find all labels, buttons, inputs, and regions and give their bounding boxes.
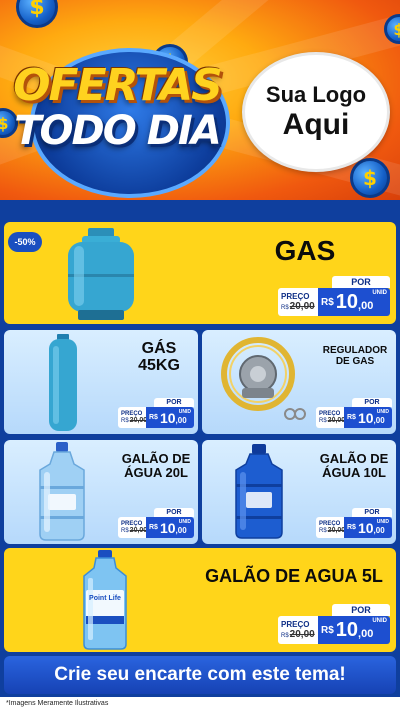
product-name: REGULADOR DE GAS xyxy=(318,345,392,368)
price-por-label: POR xyxy=(332,604,390,616)
old-price-currency: R$ xyxy=(319,528,327,534)
price-currency: R$ xyxy=(321,624,334,636)
price-tag: POR PREÇO R$ 20,00 R$ 10 ,00 UNID xyxy=(278,276,390,316)
product-name: GALÃO DE ÁGUA 20L xyxy=(116,451,196,481)
price-integer: 10 xyxy=(335,290,359,313)
old-price-currency: R$ xyxy=(281,305,289,311)
price-tag: POR PREÇO R$ 20,00 R$ 10 ,00 UNID xyxy=(316,398,392,428)
old-price: 20,00 xyxy=(327,527,346,534)
product-name: GAS xyxy=(274,235,336,266)
price-por-label: POR xyxy=(352,398,392,407)
price-tag: POR PREÇO R$ 20,00 R$ 10 ,00 UNID xyxy=(316,508,392,538)
old-price: 20,00 xyxy=(129,527,148,534)
tall-gas-cylinder-icon xyxy=(49,334,77,431)
old-price: 20,00 xyxy=(289,301,315,312)
product-name-line1: GALÃO DE xyxy=(121,451,191,466)
price-integer: 10 xyxy=(357,409,374,426)
price-unit: UNID xyxy=(178,409,191,415)
product-name-line2: 45KG xyxy=(138,357,180,375)
price-por-label: POR xyxy=(352,508,392,517)
logo-text-line1: Sua Logo xyxy=(265,82,367,107)
old-price-currency: R$ xyxy=(319,418,327,424)
price-tag: POR PREÇO R$ 20,00 R$ 10 ,00 UNID xyxy=(118,398,194,428)
price-preco-label: PREÇO xyxy=(281,292,310,301)
price-unit: UNID xyxy=(178,519,191,525)
product-name-line2: ÁGUA 20L xyxy=(124,465,188,481)
price-currency: R$ xyxy=(149,414,158,421)
product-name-line1: GALÃO DE xyxy=(319,451,389,466)
price-integer: 10 xyxy=(159,519,176,536)
product-name: GÁS 45KG xyxy=(126,340,192,375)
header-banner: $ $ $ $ $ OFERTAS TODO DIA Sua Logo Aqui xyxy=(0,0,400,200)
price-integer: 10 xyxy=(357,519,374,536)
coin-icon: $ xyxy=(350,158,390,198)
old-price-currency: R$ xyxy=(121,418,129,424)
price-por-label: POR xyxy=(154,508,194,517)
offer-title-line1: OFERTAS xyxy=(13,60,223,111)
footnote: *Imagens Meramente Ilustrativas xyxy=(0,697,400,711)
cta-button[interactable]: Crie seu encarte com este tema! xyxy=(4,656,396,694)
price-unit: UNID xyxy=(376,409,389,415)
gas-cylinder-icon xyxy=(68,228,134,320)
price-decimals: ,00 xyxy=(358,628,374,640)
price-tag: POR PREÇO R$ 20,00 R$ 10 ,00 UNID xyxy=(278,604,390,644)
bottle-brand-label: Point Life xyxy=(89,595,121,602)
product-name-line1: GÁS xyxy=(141,340,177,357)
product-name-line2: ÁGUA 10L xyxy=(322,465,386,481)
offer-title-line2: TODO DIA xyxy=(14,108,221,154)
logo-text-line2: Aqui xyxy=(282,108,350,141)
product-name-line2: DE GAS xyxy=(335,355,375,367)
price-currency: R$ xyxy=(321,296,334,308)
price-por-label: POR xyxy=(154,398,194,407)
price-currency: R$ xyxy=(149,524,158,531)
price-tag: POR PREÇO R$ 20,00 R$ 10 ,00 UNID xyxy=(118,508,194,538)
water-jug-20l-icon xyxy=(39,442,85,541)
old-price-currency: R$ xyxy=(121,528,129,534)
old-price: 20,00 xyxy=(327,417,346,424)
price-integer: 10 xyxy=(335,618,359,641)
old-price-currency: R$ xyxy=(281,633,289,639)
price-unit: UNID xyxy=(372,290,387,296)
gas-regulator-icon xyxy=(221,337,306,420)
price-decimals: ,00 xyxy=(358,300,374,312)
old-price: 20,00 xyxy=(289,629,315,640)
price-currency: R$ xyxy=(347,414,356,421)
price-decimals: ,00 xyxy=(175,526,187,535)
water-jug-10l-icon xyxy=(235,444,283,539)
price-unit: UNID xyxy=(376,519,389,525)
coin-icon: $ xyxy=(16,0,58,28)
logo-placeholder: Sua Logo Aqui xyxy=(242,52,390,172)
price-decimals: ,00 xyxy=(373,526,385,535)
price-unit: UNID xyxy=(372,618,387,624)
product-name: GALÃO DE ÁGUA 10L xyxy=(314,451,394,481)
price-decimals: ,00 xyxy=(175,416,187,425)
price-integer: 10 xyxy=(159,409,176,426)
price-preco-label: PREÇO xyxy=(281,620,310,629)
product-name: GALÃO DE AGUA 5L xyxy=(205,566,383,586)
price-decimals: ,00 xyxy=(373,416,385,425)
price-currency: R$ xyxy=(347,524,356,531)
price-por-label: POR xyxy=(332,276,390,288)
discount-badge: -50% xyxy=(8,232,42,252)
old-price: 20,00 xyxy=(129,417,148,424)
